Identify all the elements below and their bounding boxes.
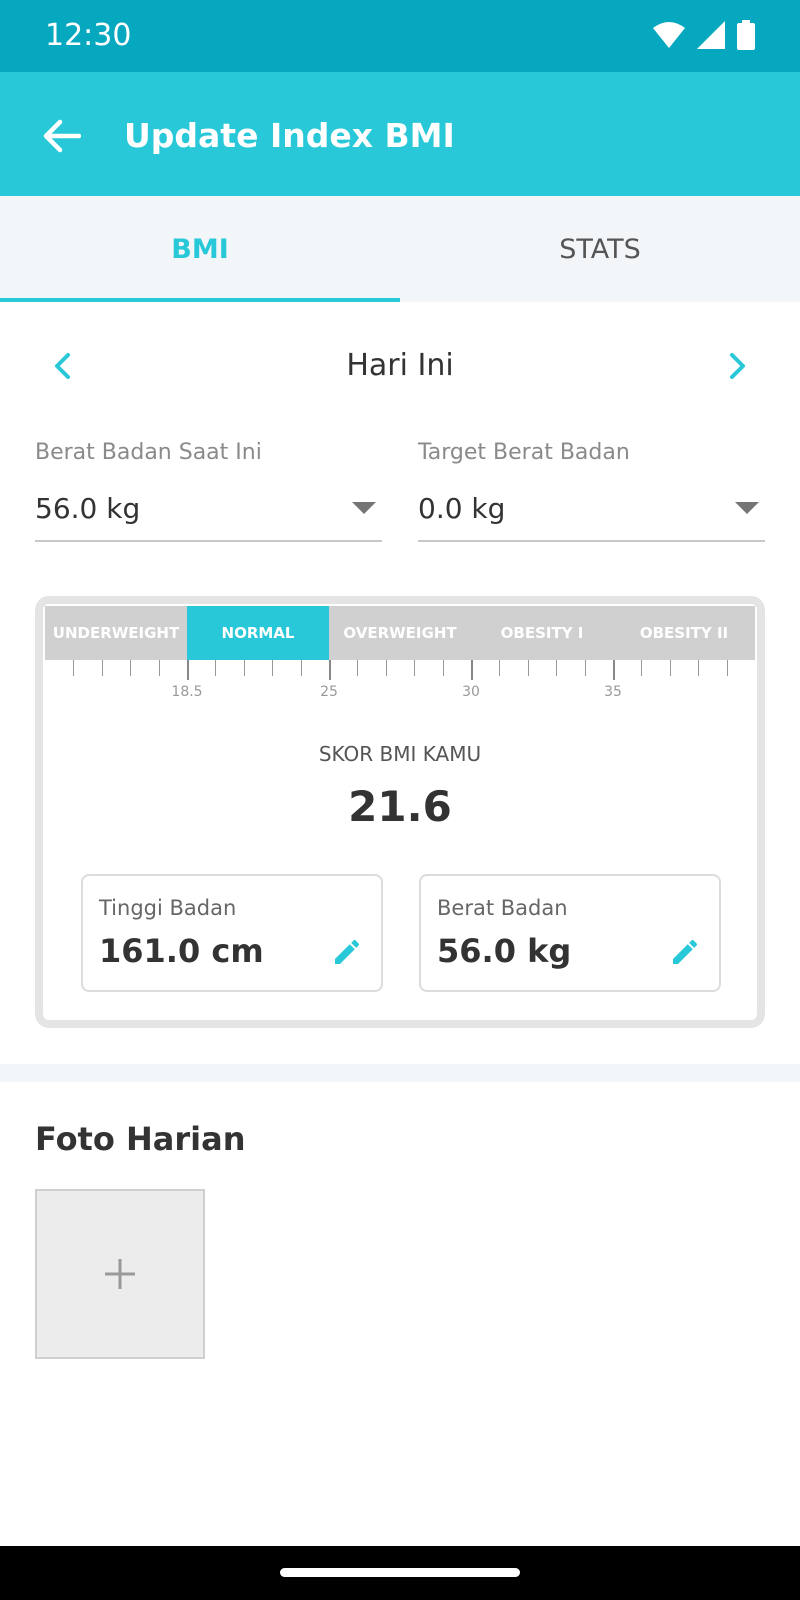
current-weight-label: Berat Badan Saat Ini	[35, 440, 262, 465]
bmi-score-label: SKOR BMI KAMU	[318, 742, 482, 766]
bmi-score-value: 21.6	[348, 782, 452, 831]
add-photo-button[interactable]	[35, 1189, 205, 1359]
status-time: 12:30	[45, 18, 132, 53]
signal-icon	[697, 21, 725, 49]
scale-label: 18.5	[171, 684, 203, 700]
bmi-card: UNDERWEIGHT NORMAL OVERWEIGHT OBESITY I …	[35, 596, 765, 1028]
chevron-right-icon	[730, 353, 745, 379]
bmi-category-normal: NORMAL	[187, 606, 329, 660]
ruler-tick	[300, 660, 302, 676]
page-title: Update Index BMI	[124, 116, 455, 155]
date-label: Hari Ini	[346, 348, 454, 383]
next-day-button[interactable]	[716, 344, 760, 388]
bmi-category-underweight: UNDERWEIGHT	[52, 624, 180, 642]
pencil-icon[interactable]	[331, 936, 363, 968]
tab-bmi[interactable]: BMI	[0, 196, 400, 302]
ruler-tick	[272, 660, 274, 676]
ruler-tick	[329, 660, 331, 680]
ruler-tick	[414, 660, 416, 676]
field-underline	[35, 540, 382, 542]
scale-label: 30	[462, 684, 480, 700]
ruler-tick	[101, 660, 103, 676]
weight-card[interactable]: Berat Badan 56.0 kg	[419, 874, 721, 992]
ruler-tick	[641, 660, 643, 676]
ruler-tick	[187, 660, 189, 680]
ruler-tick	[357, 660, 359, 676]
bmi-category-scale: UNDERWEIGHT NORMAL OVERWEIGHT OBESITY I …	[45, 606, 755, 660]
current-weight-dropdown[interactable]: Berat Badan Saat Ini 56.0 kg	[35, 440, 382, 542]
weight-value: 56.0 kg	[437, 932, 572, 970]
ruler-tick	[527, 660, 529, 676]
ruler-tick	[726, 660, 728, 676]
target-weight-value: 0.0 kg	[418, 492, 506, 525]
battery-icon	[737, 20, 755, 50]
ruler-tick	[442, 660, 444, 676]
ruler-tick	[73, 660, 75, 676]
ruler-tick	[471, 660, 473, 680]
bmi-category-overweight: OVERWEIGHT	[343, 624, 457, 642]
weight-label: Berat Badan	[437, 896, 568, 920]
ruler-tick	[499, 660, 501, 676]
daily-photo-title: Foto Harian	[35, 1120, 246, 1158]
tab-stats[interactable]: STATS	[400, 196, 800, 302]
ruler-tick	[584, 660, 586, 676]
ruler-tick	[556, 660, 558, 676]
ruler-tick	[669, 660, 671, 676]
ruler-tick	[130, 660, 132, 676]
bmi-ruler: 18.5 25 30 35	[45, 660, 755, 710]
app-bar: Update Index BMI	[0, 72, 800, 196]
arrow-left-icon	[43, 119, 81, 153]
plus-icon	[105, 1259, 135, 1289]
bmi-category-obesity-2: OBESITY II	[639, 624, 729, 642]
target-weight-dropdown[interactable]: Target Berat Badan 0.0 kg	[418, 440, 765, 542]
status-icons	[653, 20, 755, 50]
ruler-tick	[215, 660, 217, 676]
scale-label: 25	[320, 684, 338, 700]
ruler-tick	[158, 660, 160, 676]
ruler-tick	[698, 660, 700, 676]
status-bar: 12:30	[0, 0, 800, 72]
date-navigator: Hari Ini	[0, 330, 800, 400]
dropdown-arrow-icon	[352, 502, 376, 514]
wifi-icon	[653, 22, 685, 48]
tab-bar: BMI STATS	[0, 196, 800, 302]
ruler-tick	[385, 660, 387, 676]
current-weight-value: 56.0 kg	[35, 492, 141, 525]
dropdown-arrow-icon	[735, 502, 759, 514]
section-divider	[0, 1064, 800, 1082]
height-value: 161.0 cm	[99, 932, 264, 970]
ruler-tick	[243, 660, 245, 676]
target-weight-label: Target Berat Badan	[418, 440, 630, 465]
field-underline	[418, 540, 765, 542]
bmi-category-obesity-1: OBESITY I	[500, 624, 584, 642]
ruler-tick	[613, 660, 615, 680]
system-navigation-bar	[0, 1546, 800, 1600]
height-label: Tinggi Badan	[99, 896, 237, 920]
pencil-icon[interactable]	[669, 936, 701, 968]
back-button[interactable]	[38, 112, 86, 160]
home-gesture-pill[interactable]	[280, 1568, 520, 1577]
scale-label: 35	[604, 684, 622, 700]
height-card[interactable]: Tinggi Badan 161.0 cm	[81, 874, 383, 992]
